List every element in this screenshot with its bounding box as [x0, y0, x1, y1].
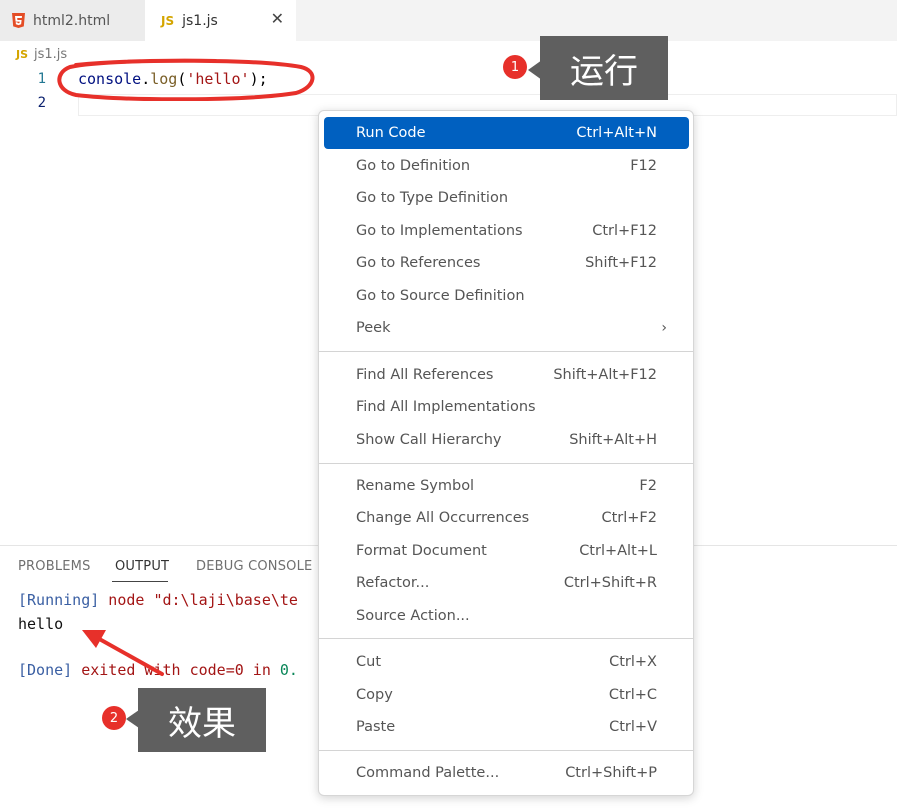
annotation-label: 运行: [540, 36, 668, 100]
menu-separator: [319, 463, 693, 464]
menu-item-refactor[interactable]: Refactor... Ctrl+Shift+R: [324, 567, 689, 599]
tab-problems[interactable]: PROBLEMS: [18, 559, 91, 574]
output-tag: [Running]: [18, 591, 100, 609]
js-icon: JS: [161, 13, 175, 28]
menu-item-peek[interactable]: Peek ›: [324, 312, 689, 344]
menu-item-go-to-source-definition[interactable]: Go to Source Definition: [324, 280, 689, 312]
menu-item-format-document[interactable]: Format Document Ctrl+Alt+L: [324, 535, 689, 567]
menu-item-copy[interactable]: Copy Ctrl+C: [324, 679, 689, 711]
menu-item-source-action[interactable]: Source Action...: [324, 600, 689, 632]
menu-separator: [319, 638, 693, 639]
menu-item-find-all-implementations[interactable]: Find All Implementations: [324, 391, 689, 423]
menu-separator: [319, 750, 693, 751]
tab-label: html2.html: [33, 12, 111, 29]
annotation-badge: 1: [503, 55, 527, 79]
js-icon: JS: [16, 48, 29, 61]
menu-item-change-all-occurrences[interactable]: Change All Occurrences Ctrl+F2: [324, 502, 689, 534]
output-line: hello: [18, 615, 64, 633]
annotation-label: 效果: [138, 688, 266, 752]
annotation-badge: 2: [102, 706, 126, 730]
output-text: node "d:\laji\base\te: [99, 591, 298, 609]
arrow-annotation: [82, 630, 164, 676]
menu-item-go-to-type-definition[interactable]: Go to Type Definition: [324, 182, 689, 214]
menu-item-rename-symbol[interactable]: Rename Symbol F2: [324, 470, 689, 502]
menu-item-cut[interactable]: Cut Ctrl+X: [324, 646, 689, 678]
html5-icon: [12, 13, 25, 28]
line-number: 2: [37, 95, 46, 111]
output-number: 0.: [279, 661, 298, 679]
menu-item-command-palette[interactable]: Command Palette... Ctrl+Shift+P: [324, 757, 689, 789]
chevron-right-icon: ›: [661, 320, 667, 336]
tab-js1[interactable]: JS js1.js ✕: [145, 0, 296, 41]
highlight-ellipse: [57, 58, 315, 101]
menu-separator: [319, 351, 693, 352]
menu-item-show-call-hierarchy[interactable]: Show Call Hierarchy Shift+Alt+H: [324, 424, 689, 456]
menu-item-run-code[interactable]: Run Code Ctrl+Alt+N: [324, 117, 689, 149]
tab-html2[interactable]: html2.html: [0, 0, 145, 41]
output-tag: [Done]: [18, 661, 73, 679]
tab-label: js1.js: [182, 12, 218, 29]
tab-output[interactable]: OUTPUT: [115, 559, 169, 574]
menu-item-go-to-references[interactable]: Go to References Shift+F12: [324, 247, 689, 279]
menu-item-go-to-definition[interactable]: Go to Definition F12: [324, 150, 689, 182]
output-line: [Running] node "d:\laji\base\te: [18, 591, 298, 609]
tab-debug-console[interactable]: DEBUG CONSOLE: [196, 559, 312, 574]
menu-item-go-to-implementations[interactable]: Go to Implementations Ctrl+F12: [324, 215, 689, 247]
context-menu: Run Code Ctrl+Alt+N Go to Definition F12 G…: [318, 110, 694, 796]
menu-item-paste[interactable]: Paste Ctrl+V: [324, 711, 689, 743]
menu-item-find-all-references[interactable]: Find All References Shift+Alt+F12: [324, 359, 689, 391]
line-number: 1: [37, 71, 46, 87]
close-icon[interactable]: ✕: [271, 9, 284, 28]
editor-tab-bar: html2.html JS js1.js ✕: [0, 0, 897, 41]
active-tab-underline: [112, 581, 168, 582]
